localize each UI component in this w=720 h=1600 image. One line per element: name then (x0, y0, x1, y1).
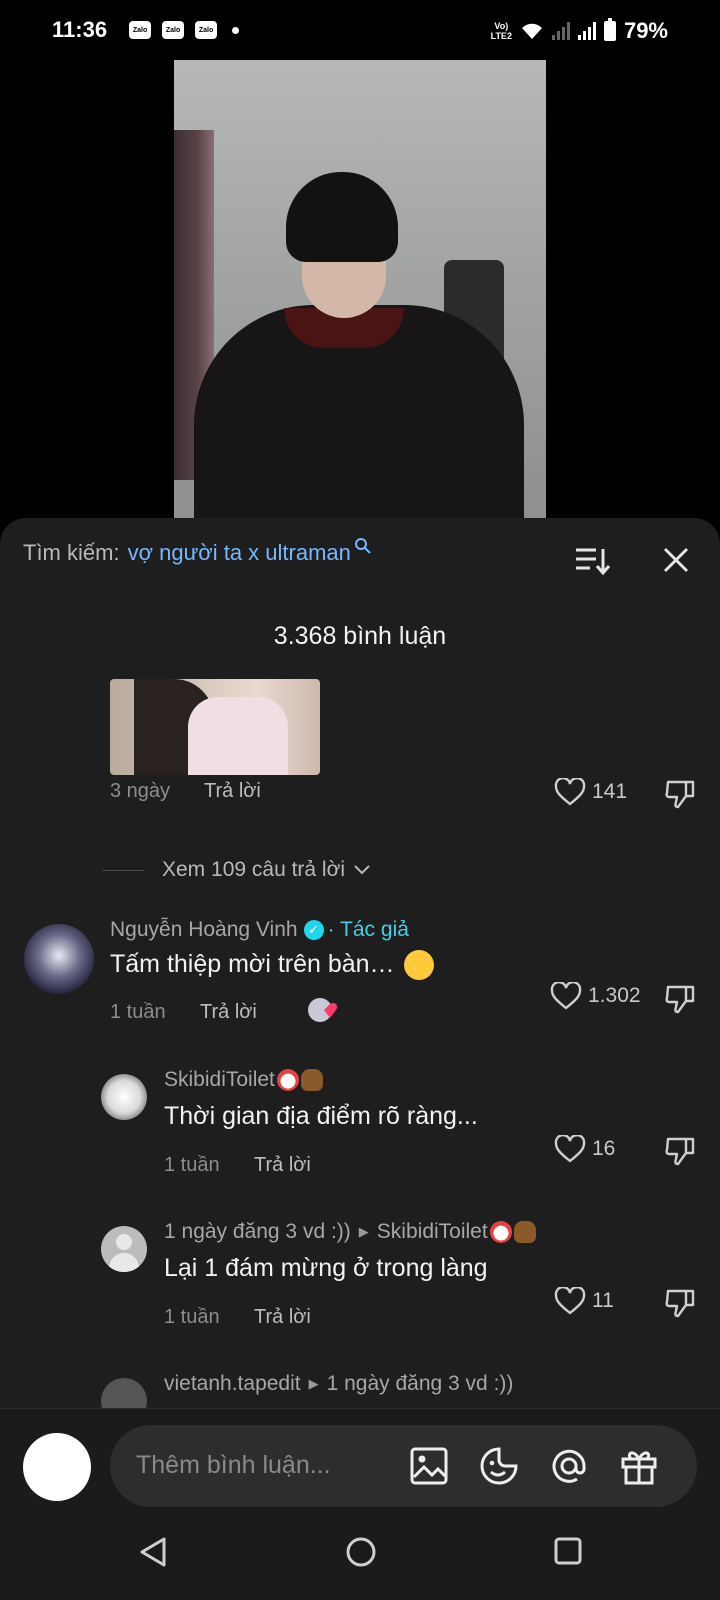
smiling-hearts-emoji-icon (403, 950, 434, 981)
comment-input-placeholder: Thêm bình luận... (136, 1451, 331, 1479)
status-time: 11:36 (52, 17, 108, 42)
dislike-button[interactable] (664, 1288, 696, 1318)
zalo-notification-icon: Zalo (162, 21, 185, 39)
gift-icon[interactable] (618, 1445, 660, 1487)
avatar[interactable] (24, 924, 94, 994)
reply-to-arrow-icon: ▶ (308, 1376, 319, 1391)
video-player[interactable] (174, 60, 546, 520)
reply-button[interactable]: Trả lời (254, 1306, 311, 1329)
comment-time: 1 tuần (164, 1154, 220, 1176)
comment-image[interactable] (110, 679, 320, 775)
avatar[interactable] (101, 1074, 147, 1120)
poop-emoji-icon (300, 1069, 323, 1091)
dislike-icon (665, 1289, 695, 1318)
signal-icon-sim2 (577, 22, 596, 40)
like-button[interactable]: 141 (554, 778, 627, 806)
recents-icon[interactable] (553, 1536, 583, 1566)
author-tag: · Tác giả (327, 918, 409, 941)
comment-username[interactable]: Nguyễn Hoàng Vinh ✓ · Tác giả (110, 918, 409, 942)
like-count: 11 (592, 1289, 614, 1312)
signal-icon-sim1 (551, 22, 570, 40)
heart-icon (554, 1135, 586, 1163)
poop-emoji-icon (513, 1221, 536, 1243)
creator-liked-icon (308, 998, 338, 1022)
reply-to-username[interactable]: 1 ngày đăng 3 vd :)) (327, 1372, 514, 1396)
search-suggestion[interactable]: Tìm kiếm: vợ người ta x ultraman (23, 538, 372, 566)
avatar[interactable] (101, 1226, 147, 1272)
battery-level: 79% (623, 18, 668, 43)
search-query-link[interactable]: vợ người ta x ultraman (128, 540, 351, 566)
my-avatar[interactable] (23, 1433, 91, 1501)
search-icon (354, 538, 371, 554)
like-count: 16 (592, 1137, 616, 1160)
comment-time: 1 tuần (164, 1306, 220, 1328)
comment-username[interactable]: vietanh.tapedit ▶ 1 ngày đăng 3 vd :)) (164, 1372, 513, 1396)
image-icon[interactable] (408, 1445, 450, 1487)
status-right: Vo) LTE2 79% (491, 18, 668, 44)
sort-icon[interactable] (574, 546, 610, 576)
like-button[interactable]: 1.302 (550, 982, 641, 1010)
comment-time: 1 tuần (110, 1001, 166, 1023)
comment-text: Tấm thiệp mời trên bàn… (110, 950, 434, 981)
reply-button[interactable]: Trả lời (204, 780, 261, 803)
comment-username[interactable]: SkibidiToilet (164, 1068, 323, 1092)
home-icon[interactable] (345, 1536, 377, 1568)
heart-icon (554, 1287, 586, 1315)
comment-count: 3.368 bình luận (273, 622, 447, 650)
comment-composer: Thêm bình luận... (0, 1408, 720, 1508)
dislike-icon (665, 1137, 695, 1166)
dislike-icon (665, 780, 695, 809)
mention-icon[interactable] (548, 1445, 590, 1487)
search-label: Tìm kiếm: (23, 540, 120, 565)
reply-to-username[interactable]: SkibidiToilet (377, 1220, 488, 1244)
username-text: 1 ngày đăng 3 vd :)) (164, 1220, 351, 1243)
heart-icon (554, 778, 586, 806)
volte-icon: Vo) LTE2 (490, 21, 512, 41)
like-button[interactable]: 16 (554, 1135, 615, 1163)
username-text: vietanh.tapedit (164, 1372, 301, 1395)
close-icon[interactable] (660, 544, 692, 576)
like-button[interactable]: 11 (554, 1287, 614, 1315)
clown-emoji-icon (489, 1221, 512, 1243)
system-navigation-bar (0, 1508, 720, 1600)
back-icon[interactable] (138, 1536, 168, 1568)
username-text: SkibidiToilet (164, 1068, 275, 1091)
dislike-button[interactable] (664, 779, 696, 809)
view-replies-button[interactable]: Xem 109 câu trả lời (102, 858, 371, 882)
dislike-button[interactable] (664, 1136, 696, 1166)
replies-divider (102, 869, 144, 871)
verified-badge-icon: ✓ (303, 920, 324, 940)
comment-text-content: Tấm thiệp mời trên bàn… (110, 950, 395, 978)
dislike-icon (665, 985, 695, 1014)
reply-to-arrow-icon: ▶ (358, 1224, 369, 1239)
dislike-button[interactable] (664, 984, 696, 1014)
status-bar: 11:36 Zalo Zalo Zalo Vo) LTE2 79% (0, 0, 720, 60)
reply-button[interactable]: Trả lời (254, 1154, 311, 1177)
comment-text: Lại 1 đám mừng ở trong làng (164, 1254, 488, 1282)
emoji-icon[interactable] (478, 1445, 520, 1487)
comment-time: 3 ngày (110, 780, 171, 802)
chevron-down-icon (354, 865, 370, 875)
comment-input[interactable]: Thêm bình luận... (110, 1425, 697, 1507)
zalo-notification-icon: Zalo (195, 21, 218, 39)
battery-icon (603, 18, 616, 41)
wifi-icon (521, 23, 542, 39)
like-count: 141 (592, 780, 628, 803)
username-text: Nguyễn Hoàng Vinh (110, 918, 298, 941)
more-notifications-dot (232, 26, 240, 34)
comment-text: Thời gian địa điểm rõ ràng... (164, 1102, 478, 1130)
view-replies-label: Xem 109 câu trả lời (162, 858, 346, 881)
comment-username[interactable]: 1 ngày đăng 3 vd :)) ▶ SkibidiToilet (164, 1220, 536, 1244)
clown-emoji-icon (276, 1069, 299, 1091)
heart-icon (550, 982, 582, 1010)
reply-button[interactable]: Trả lời (200, 1001, 257, 1024)
zalo-notification-icon: Zalo (129, 21, 152, 39)
like-count: 1.302 (588, 984, 641, 1007)
